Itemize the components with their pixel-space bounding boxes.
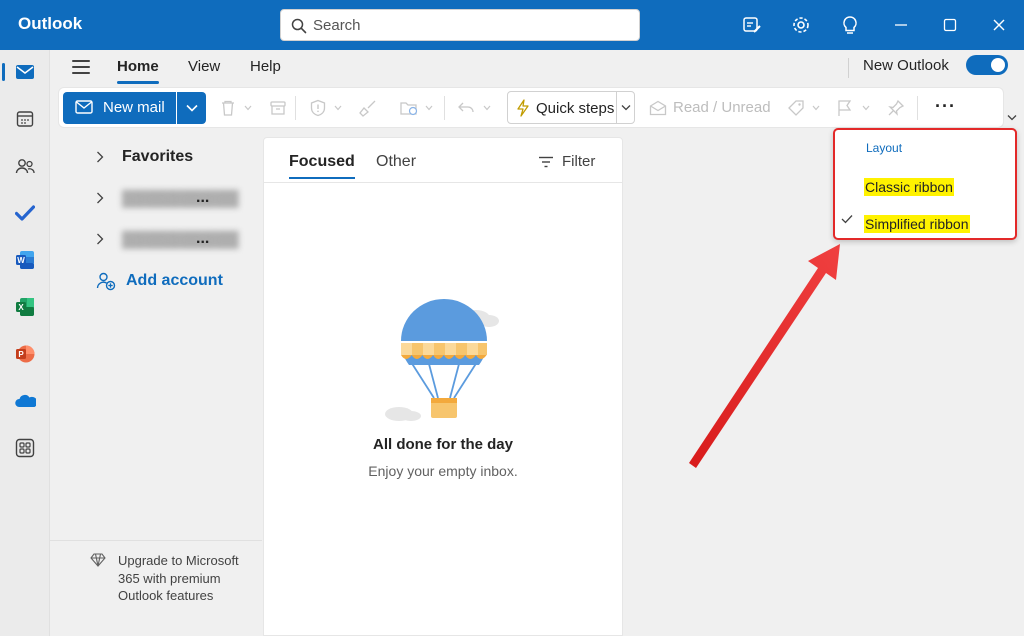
checkmark-icon bbox=[841, 215, 853, 224]
chevron-right-icon[interactable] bbox=[96, 192, 104, 204]
account-name-blurred[interactable]: ▓▓▓▓▓▓▓▓▓▓ bbox=[122, 190, 239, 208]
search-input[interactable] bbox=[313, 15, 623, 35]
account-1-ellipsis: ... bbox=[196, 189, 210, 206]
read-unread-button[interactable]: Read / Unread bbox=[673, 99, 771, 116]
new-mail-dropdown[interactable] bbox=[177, 92, 206, 124]
read-envelope-icon[interactable] bbox=[649, 98, 667, 118]
calendar-icon[interactable] bbox=[0, 99, 50, 139]
chevron-down-icon[interactable] bbox=[862, 98, 870, 118]
excel-icon[interactable]: X bbox=[0, 287, 50, 327]
lightning-icon bbox=[517, 99, 529, 117]
search-icon bbox=[291, 18, 307, 34]
divider bbox=[848, 58, 849, 78]
ribbon-layout-dropdown[interactable] bbox=[1003, 108, 1021, 126]
filter-label: Filter bbox=[562, 153, 596, 170]
delete-icon[interactable] bbox=[219, 98, 237, 118]
chevron-down-icon[interactable] bbox=[483, 98, 491, 118]
new-outlook-label: New Outlook bbox=[863, 57, 949, 74]
tab-other[interactable]: Other bbox=[376, 153, 416, 171]
hot-air-balloon-illustration bbox=[385, 299, 499, 421]
todo-icon[interactable] bbox=[0, 193, 50, 233]
hamburger-menu-icon[interactable] bbox=[72, 60, 90, 74]
new-outlook-toggle[interactable] bbox=[966, 55, 1008, 75]
add-account-button[interactable]: Add account bbox=[96, 271, 223, 291]
add-account-label: Add account bbox=[126, 272, 223, 289]
close-icon[interactable] bbox=[988, 14, 1010, 36]
chevron-down-icon bbox=[185, 104, 198, 112]
lightbulb-icon[interactable] bbox=[839, 14, 861, 36]
chevron-right-icon[interactable] bbox=[96, 233, 104, 245]
favorites-folder[interactable]: Favorites bbox=[122, 148, 193, 166]
flag-icon[interactable] bbox=[837, 98, 853, 118]
layout-dropdown-menu: Layout Classic ribbon Simplified ribbon bbox=[833, 128, 1017, 240]
empty-state-subtitle: Enjoy your empty inbox. bbox=[368, 463, 518, 479]
archive-icon[interactable] bbox=[269, 98, 287, 118]
account-2-ellipsis: ... bbox=[196, 230, 210, 247]
new-mail-button[interactable]: New mail bbox=[63, 92, 176, 124]
menu-item-label: Simplified ribbon bbox=[864, 215, 970, 233]
layout-menu-header: Layout bbox=[866, 141, 903, 155]
menu-item-label: Classic ribbon bbox=[864, 178, 954, 196]
gear-icon[interactable] bbox=[790, 14, 812, 36]
divider bbox=[295, 96, 296, 120]
apps-icon[interactable] bbox=[0, 428, 50, 468]
tab-focused[interactable]: Focused bbox=[289, 153, 355, 179]
more-options-button[interactable]: ··· bbox=[935, 96, 956, 117]
chevron-down-icon[interactable] bbox=[334, 98, 342, 118]
divider bbox=[264, 182, 622, 183]
edit-notes-icon[interactable] bbox=[741, 14, 763, 36]
minimize-icon[interactable] bbox=[890, 14, 912, 36]
maximize-icon[interactable] bbox=[939, 14, 961, 36]
upgrade-text: Upgrade to Microsoft 365 with premium Ou… bbox=[118, 553, 239, 603]
new-mail-label: New mail bbox=[103, 99, 165, 116]
add-person-icon bbox=[96, 272, 116, 291]
chevron-down-icon[interactable] bbox=[244, 98, 252, 118]
diamond-icon bbox=[90, 553, 106, 567]
powerpoint-icon[interactable]: P bbox=[0, 334, 50, 374]
pin-icon[interactable] bbox=[887, 98, 905, 118]
chevron-right-icon[interactable] bbox=[96, 151, 104, 163]
folder-pane: Favorites ▓▓▓▓▓▓▓▓▓▓ ... ▓▓▓▓▓▓▓▓▓▓ ... … bbox=[50, 128, 262, 636]
title-bar: Outlook bbox=[0, 0, 1024, 50]
chevron-down-icon[interactable] bbox=[425, 98, 433, 118]
svg-text:P: P bbox=[18, 350, 24, 359]
tab-home[interactable]: Home bbox=[117, 58, 159, 84]
report-shield-icon[interactable] bbox=[309, 98, 327, 118]
divider bbox=[917, 96, 918, 120]
quick-steps-button[interactable]: Quick steps bbox=[507, 91, 635, 124]
menu-item-classic-ribbon[interactable]: Classic ribbon bbox=[835, 172, 1015, 202]
tag-icon[interactable] bbox=[787, 98, 805, 118]
message-list: Focused Other Filter All done for the da… bbox=[263, 137, 623, 636]
chevron-down-icon[interactable] bbox=[812, 98, 820, 118]
quick-steps-label: Quick steps bbox=[536, 100, 615, 117]
app-title: Outlook bbox=[18, 14, 83, 33]
filter-icon bbox=[539, 156, 553, 167]
divider bbox=[50, 540, 262, 541]
undo-icon[interactable] bbox=[457, 98, 475, 118]
divider bbox=[444, 96, 445, 120]
tab-view[interactable]: View bbox=[188, 58, 220, 75]
filter-button[interactable]: Filter bbox=[538, 153, 595, 170]
mail-icon bbox=[75, 100, 93, 114]
mail-icon[interactable] bbox=[0, 52, 50, 92]
account-name-blurred[interactable]: ▓▓▓▓▓▓▓▓▓▓ bbox=[122, 231, 239, 249]
search-box[interactable] bbox=[280, 9, 640, 41]
tab-help[interactable]: Help bbox=[250, 58, 281, 75]
ribbon-tab-bar: Home View Help New Outlook bbox=[50, 50, 1024, 86]
svg-text:W: W bbox=[17, 256, 25, 265]
quick-steps-dropdown[interactable] bbox=[616, 92, 635, 123]
word-icon[interactable]: W bbox=[0, 240, 50, 280]
chevron-down-icon bbox=[1007, 114, 1017, 120]
sweep-broom-icon[interactable] bbox=[359, 98, 377, 118]
svg-text:X: X bbox=[18, 303, 24, 312]
empty-state-title: All done for the day bbox=[372, 436, 513, 453]
app-rail: W X P bbox=[0, 50, 50, 636]
people-icon[interactable] bbox=[0, 146, 50, 186]
move-to-folder-icon[interactable] bbox=[399, 98, 419, 118]
menu-item-simplified-ribbon[interactable]: Simplified ribbon bbox=[835, 209, 1015, 239]
chevron-down-icon bbox=[621, 105, 631, 111]
simplified-ribbon: New mail Quick steps Read / Unread ··· bbox=[58, 87, 1004, 128]
onedrive-icon[interactable] bbox=[0, 381, 50, 421]
